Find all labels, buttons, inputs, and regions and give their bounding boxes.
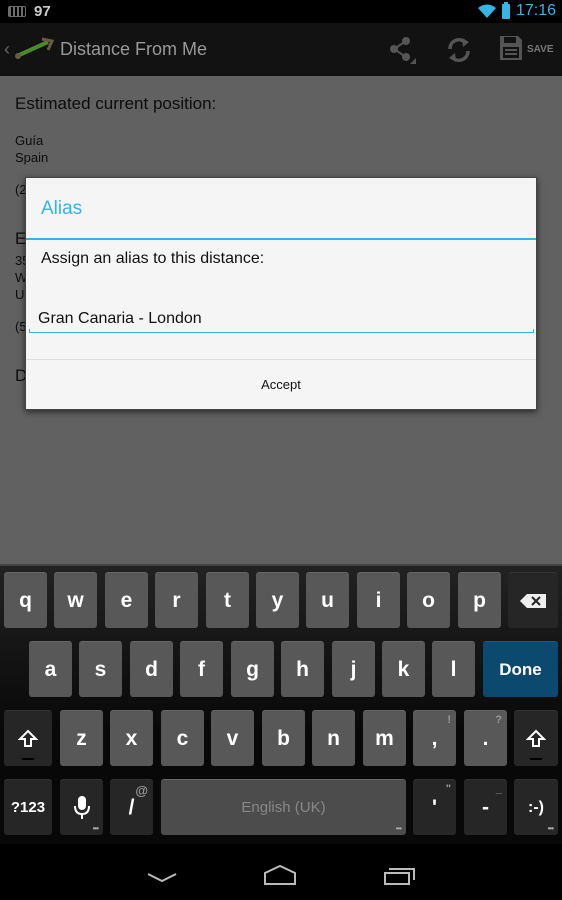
key-j[interactable]: j [332,641,375,697]
key-period-hint: ? [495,714,502,726]
app-title: Distance From Me [60,39,208,59]
shift-key-right[interactable] [514,710,558,766]
shift-indicator [530,758,542,760]
save-icon[interactable] [500,36,522,60]
key-dash[interactable]: - _ [464,779,507,835]
key-slash-label: / [128,795,135,819]
key-p[interactable]: p [458,572,501,628]
key-e[interactable]: e [105,572,148,628]
up-chevron-icon[interactable]: ‹ [4,39,10,60]
key-period[interactable]: . ? [464,710,507,766]
dialog-title: Alias [41,198,83,219]
more-options-indicator: ••• [547,824,554,833]
key-c[interactable]: c [161,710,204,766]
done-key[interactable]: Done [483,641,558,697]
key-a[interactable]: a [29,641,72,697]
shift-icon [526,729,546,747]
recent-apps-icon[interactable] [383,866,417,886]
key-b[interactable]: b [262,710,305,766]
more-options-indicator: ••• [92,824,99,833]
key-slash[interactable]: / @ [110,779,153,835]
soft-keyboard: q w e r t y u i o p a s d f g h j k l Do… [0,564,562,844]
key-s[interactable]: s [79,641,122,697]
backspace-key[interactable] [508,572,558,628]
smiley-key-label: :-) [528,798,544,816]
key-dash-label: - [482,795,489,819]
dialog-message: Assign an alias to this distance: [41,250,265,267]
key-apostrophe-label: ' [432,795,437,819]
key-d[interactable]: d [130,641,173,697]
back-hide-keyboard-icon[interactable] [146,872,178,884]
shift-key-left[interactable] [4,710,52,766]
key-v[interactable]: v [211,710,254,766]
key-y[interactable]: y [256,572,299,628]
key-comma[interactable]: , ! [413,710,456,766]
key-z[interactable]: z [60,710,103,766]
key-w[interactable]: w [54,572,97,628]
key-dash-hint: _ [495,783,502,795]
key-apostrophe-hint: " [445,783,451,795]
key-x[interactable]: x [110,710,153,766]
action-bar: ‹ Distance From Me SAVE [0,23,562,76]
key-comma-hint: ! [447,714,451,726]
key-i[interactable]: i [357,572,400,628]
smiley-key[interactable]: :-) ••• [514,779,558,835]
wifi-icon [477,4,496,18]
key-u[interactable]: u [306,572,349,628]
more-options-indicator: ••• [395,824,402,833]
key-k[interactable]: k [382,641,425,697]
key-o[interactable]: o [407,572,450,628]
key-l[interactable]: l [432,641,475,697]
backspace-icon [520,593,546,608]
notification-count: 97 [34,3,51,20]
key-g[interactable]: g [231,641,274,697]
home-icon[interactable] [263,864,297,886]
app-logo-icon[interactable] [14,36,54,60]
shift-indicator [22,758,34,760]
dialog-title-divider [26,238,536,240]
alias-dialog: Alias Assign an alias to this distance: … [25,177,543,410]
navigation-bar [0,844,562,900]
accept-button[interactable]: Accept [26,360,536,409]
key-m[interactable]: m [363,710,406,766]
voice-input-key[interactable]: ••• [60,779,103,835]
share-icon[interactable] [388,36,416,64]
shift-icon [18,729,38,747]
status-bar: 97 17:16 [0,0,562,23]
key-apostrophe[interactable]: ' " [413,779,456,835]
keyboard-notification-icon [8,6,26,17]
symbols-key[interactable]: ?123 [4,779,52,835]
space-key[interactable]: English (UK) ••• [161,779,406,835]
key-q[interactable]: q [4,572,47,628]
microphone-icon [73,795,90,819]
key-t[interactable]: t [206,572,249,628]
alias-input-underline [29,329,534,333]
space-key-label: English (UK) [241,799,326,816]
refresh-icon[interactable] [446,36,472,64]
key-r[interactable]: r [155,572,198,628]
battery-icon [501,1,510,19]
key-slash-hint: @ [135,783,148,798]
key-h[interactable]: h [281,641,324,697]
save-button[interactable]: SAVE [527,44,554,55]
key-comma-label: , [431,726,438,750]
alias-input[interactable] [29,306,543,332]
key-period-label: . [482,726,489,750]
key-n[interactable]: n [312,710,355,766]
key-f[interactable]: f [180,641,223,697]
clock: 17:16 [515,2,556,19]
